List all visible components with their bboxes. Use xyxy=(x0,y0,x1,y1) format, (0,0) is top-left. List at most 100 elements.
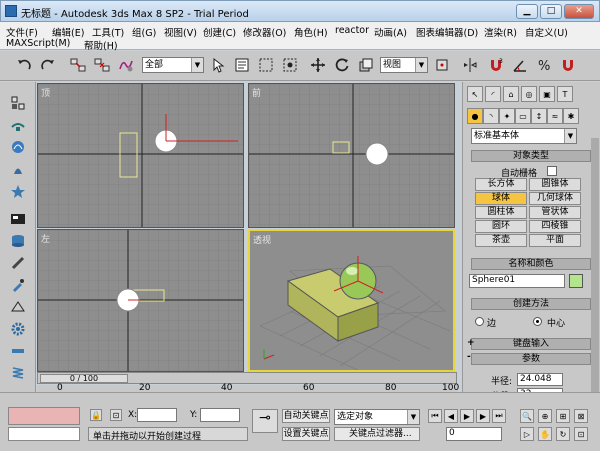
systems-icon[interactable]: ✱ xyxy=(563,108,579,124)
curve-editor-icon[interactable] xyxy=(9,138,27,156)
menu-views[interactable]: 视图(V) xyxy=(164,25,197,39)
zoom-icon[interactable]: 🔍 xyxy=(520,409,534,423)
helpers-icon[interactable]: ↕ xyxy=(531,108,547,124)
zoom-extents-icon[interactable]: ⊞ xyxy=(556,409,570,423)
menu-animation[interactable]: 动画(A) xyxy=(374,25,407,39)
cylinder-button[interactable]: 圆柱体 xyxy=(475,206,527,219)
material-editor-icon[interactable] xyxy=(9,182,27,200)
gear-icon[interactable] xyxy=(9,320,27,338)
next-frame-icon[interactable]: ▶ xyxy=(476,409,490,423)
radius-field[interactable]: 24.048 xyxy=(517,373,563,386)
maxscript-listener-mini[interactable] xyxy=(8,407,80,425)
radio-center[interactable] xyxy=(533,317,542,326)
frame-display[interactable]: 0 / 100 xyxy=(40,374,128,383)
modify-tab-icon[interactable]: ◜ xyxy=(485,86,501,102)
geometry-icon[interactable]: ● xyxy=(467,108,483,124)
mirror-icon[interactable] xyxy=(460,55,480,75)
close-button[interactable]: ✕ xyxy=(564,4,594,19)
box-button[interactable]: 长方体 xyxy=(475,178,527,191)
absolute-mode-icon[interactable]: ⊡ xyxy=(110,409,122,421)
previous-frame-icon[interactable]: ◀ xyxy=(444,409,458,423)
percent-snap-icon[interactable]: % xyxy=(534,55,554,75)
key-filters-button[interactable]: 关键点过滤器... xyxy=(334,427,420,441)
reactor-icon[interactable] xyxy=(9,298,27,316)
menu-edit[interactable]: 编辑(E) xyxy=(52,25,84,39)
expand-icon[interactable]: + xyxy=(467,338,475,348)
spring-icon[interactable] xyxy=(9,364,27,382)
menu-rendering[interactable]: 渲染(R) xyxy=(484,25,517,39)
quick-render-icon[interactable] xyxy=(9,232,27,250)
key-filter-combo[interactable]: 选定对象 ▼ xyxy=(334,409,420,425)
play-icon[interactable]: ▶ xyxy=(460,409,474,423)
paint-icon[interactable] xyxy=(9,276,27,294)
radio-edge[interactable] xyxy=(475,317,484,326)
viewport-label-left[interactable]: 左 xyxy=(41,232,50,245)
pan-icon[interactable]: ✋ xyxy=(538,427,552,441)
menu-reactor[interactable]: reactor xyxy=(335,25,369,36)
menu-graph-editors[interactable]: 图表编辑器(D) xyxy=(416,25,478,39)
menu-maxscript[interactable]: MAXScript(M) xyxy=(6,38,70,49)
menu-create[interactable]: 创建(C) xyxy=(203,25,236,39)
cone-button[interactable]: 圆锥体 xyxy=(529,178,581,191)
zoom-extents-all-icon[interactable]: ⊠ xyxy=(574,409,588,423)
object-color-swatch[interactable] xyxy=(569,274,583,288)
reference-coordinate-combo[interactable]: 视图 ▼ xyxy=(380,57,428,73)
pivot-center-icon[interactable] xyxy=(432,55,452,75)
utilities-tab-icon[interactable]: T xyxy=(557,86,573,102)
render-scene-icon[interactable] xyxy=(9,210,27,228)
hierarchy-tab-icon[interactable]: ⌂ xyxy=(503,86,519,102)
schematic-view-icon[interactable] xyxy=(9,160,27,178)
angle-snap-icon[interactable] xyxy=(510,55,530,75)
key-mode-icon[interactable]: ⊸ xyxy=(252,409,278,433)
render-type-icon[interactable] xyxy=(9,254,27,272)
maximize-viewport-icon[interactable]: ⊡ xyxy=(574,427,588,441)
geosphere-button[interactable]: 几何球体 xyxy=(529,192,581,205)
menu-tools[interactable]: 工具(T) xyxy=(92,25,124,39)
parameters-header[interactable]: 参数 xyxy=(471,353,591,365)
panel-scrollbar[interactable] xyxy=(591,138,599,398)
window-crossing-icon[interactable] xyxy=(280,55,300,75)
current-frame-field[interactable]: 0 xyxy=(446,427,502,441)
hinge-icon[interactable] xyxy=(9,342,27,360)
shapes-icon[interactable]: ◝ xyxy=(483,108,499,124)
y-coordinate-field[interactable] xyxy=(200,408,240,422)
space-warps-icon[interactable]: ≈ xyxy=(547,108,563,124)
viewport-perspective[interactable]: 透视 xyxy=(248,229,455,372)
object-name-field[interactable]: Sphere01 xyxy=(469,274,565,288)
viewport-front[interactable]: 前 xyxy=(248,83,455,228)
viewport-label-perspective[interactable]: 透视 xyxy=(253,233,271,246)
select-and-link-icon[interactable] xyxy=(68,55,88,75)
teapot-button[interactable]: 茶壶 xyxy=(475,234,527,247)
menu-help[interactable]: 帮助(H) xyxy=(84,38,118,52)
selection-filter-combo[interactable]: 全部 ▼ xyxy=(142,57,204,73)
snaps-toggle-icon[interactable]: 3 xyxy=(486,55,506,75)
layer-icon[interactable] xyxy=(9,116,27,134)
cameras-icon[interactable]: ▭ xyxy=(515,108,531,124)
select-and-rotate-icon[interactable] xyxy=(332,55,352,75)
pyramid-button[interactable]: 四棱锥 xyxy=(529,220,581,233)
viewport-left[interactable]: 左 xyxy=(37,229,244,372)
auto-key-button[interactable]: 自动关键点 xyxy=(282,409,330,423)
set-key-button[interactable]: 设置关键点 xyxy=(282,427,330,441)
rectangle-selection-icon[interactable] xyxy=(256,55,276,75)
select-and-move-icon[interactable] xyxy=(308,55,328,75)
redo-icon[interactable] xyxy=(38,55,58,75)
name-color-header[interactable]: 名称和颜色 xyxy=(471,258,591,270)
menu-group[interactable]: 组(G) xyxy=(132,25,156,39)
select-and-scale-icon[interactable] xyxy=(356,55,376,75)
plane-button[interactable]: 平面 xyxy=(529,234,581,247)
autogrid-checkbox[interactable] xyxy=(547,166,557,176)
torus-button[interactable]: 圆环 xyxy=(475,220,527,233)
sphere-button[interactable]: 球体 xyxy=(475,192,527,205)
lock-icon[interactable]: 🔒 xyxy=(90,409,102,421)
zoom-all-icon[interactable]: ⊕ xyxy=(538,409,552,423)
spinner-snap-icon[interactable] xyxy=(558,55,578,75)
undo-icon[interactable] xyxy=(14,55,34,75)
menu-modifiers[interactable]: 修改器(O) xyxy=(243,25,286,39)
maxscript-listener-output[interactable] xyxy=(8,427,80,441)
category-combo[interactable]: 标准基本体 ▼ xyxy=(471,128,577,144)
unlink-icon[interactable] xyxy=(92,55,112,75)
create-tab-icon[interactable]: ↖ xyxy=(467,86,483,102)
display-tab-icon[interactable]: ▣ xyxy=(539,86,555,102)
motion-tab-icon[interactable]: ◎ xyxy=(521,86,537,102)
